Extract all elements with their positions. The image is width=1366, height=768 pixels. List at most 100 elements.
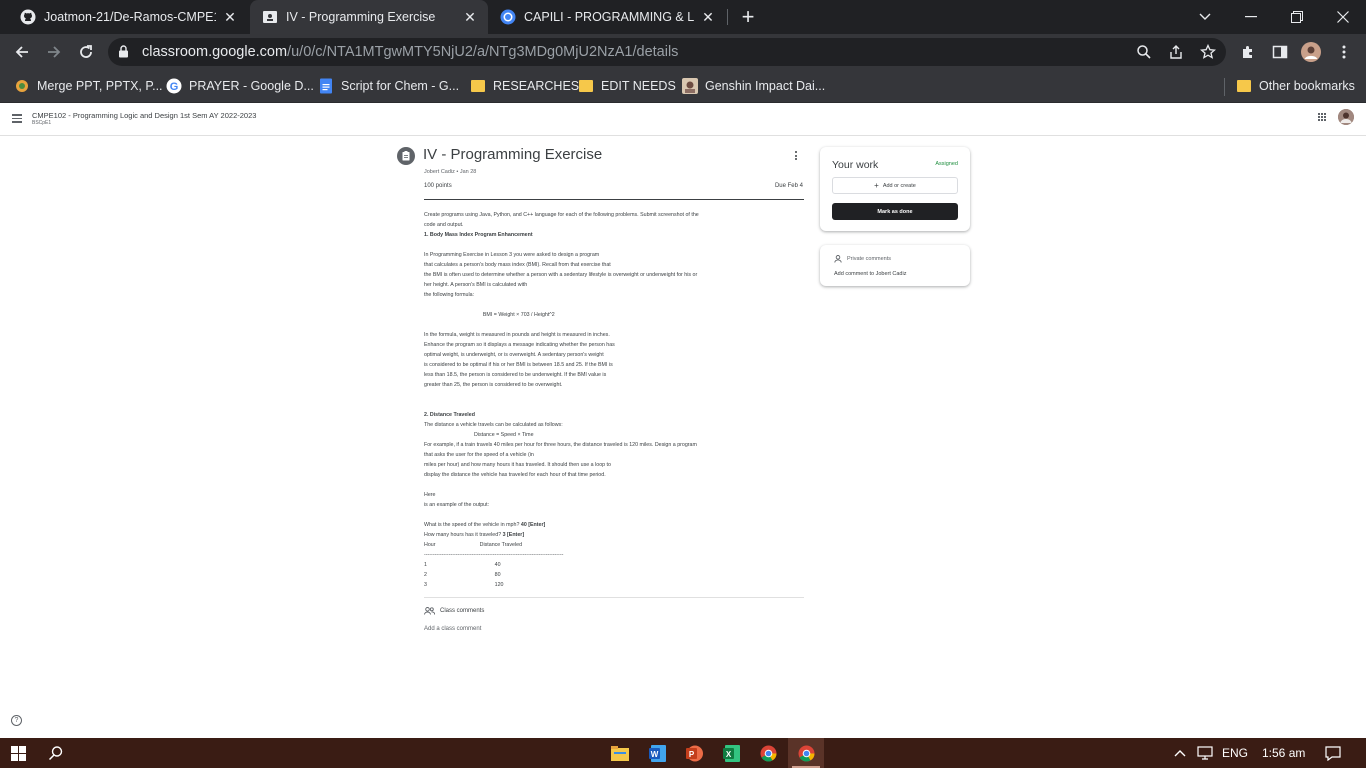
bookmark-label: Genshin Impact Dai... (705, 79, 826, 93)
instruction-text: 1 40 (424, 562, 501, 568)
chrome-menu-icon[interactable] (1334, 42, 1354, 62)
more-options-icon[interactable] (795, 151, 799, 162)
instruction-line (424, 320, 804, 330)
bookmark-genshin[interactable]: Genshin Impact Dai... (682, 76, 825, 96)
windows-taskbar: W P X ENG 1:56 am (0, 738, 1366, 768)
instruction-line: In the formula, weight is measured in po… (424, 330, 804, 340)
instruction-line: In Programming Exercise in Lesson 3 you … (424, 250, 804, 260)
course-title[interactable]: CMPE102 - Programming Logic and Design 1… (32, 111, 256, 120)
chrome-icon[interactable] (750, 738, 786, 768)
tab-title: IV - Programming Exercise (286, 10, 436, 24)
instruction-text: 2 80 (424, 572, 501, 578)
bookmarks-bar: Merge PPT, PPTX, P... G PRAYER - Google … (0, 70, 1366, 103)
notifications-icon[interactable] (1318, 738, 1348, 768)
minimize-icon[interactable] (1228, 0, 1274, 34)
add-private-comment-link[interactable]: Add comment to Jobert Cadiz (834, 271, 906, 277)
clock[interactable]: 1:56 am (1262, 746, 1305, 760)
instruction-line: that calculates a person's body mass ind… (424, 260, 804, 270)
instruction-line: 2. Distance Traveled (424, 410, 804, 420)
google-apps-icon[interactable] (1318, 113, 1326, 121)
menu-icon[interactable] (12, 114, 22, 125)
close-tab-icon[interactable]: ✕ (700, 9, 716, 25)
reload-icon[interactable] (72, 38, 100, 66)
close-tab-icon[interactable]: ✕ (462, 9, 478, 25)
restore-icon[interactable] (1274, 0, 1320, 34)
assignment-icon (397, 147, 415, 165)
address-bar[interactable]: classroom.google.com/u/0/c/NTA1MTgwMTY5N… (108, 38, 1226, 66)
instruction-text: miles per hour) and how many hours it ha… (424, 462, 611, 468)
bookmark-script-chem[interactable]: Script for Chem - G... (318, 76, 459, 96)
add-or-create-label: Add or create (882, 182, 916, 189)
instruction-line: the BMI is often used to determine wheth… (424, 270, 804, 280)
profile-avatar[interactable] (1301, 42, 1321, 62)
url-text: classroom.google.com/u/0/c/NTA1MTgwMTY5N… (142, 44, 679, 60)
new-tab-icon[interactable]: + (736, 4, 760, 29)
tab-strip: Joatmon-21/De-Ramos-CMPE10... ✕ IV - Pro… (0, 0, 1366, 34)
instruction-input-example: 40 [Enter] (520, 522, 546, 528)
bookmark-separator (1224, 78, 1225, 96)
account-avatar[interactable] (1338, 109, 1354, 125)
bookmark-star-icon[interactable] (1199, 43, 1217, 60)
instruction-text: code and output. (424, 222, 464, 228)
share-icon[interactable] (1168, 44, 1184, 60)
tab-title: Joatmon-21/De-Ramos-CMPE10... (44, 10, 216, 24)
mark-as-done-button[interactable]: Mark as done (832, 203, 958, 220)
instruction-line: For example, if a train travels 40 miles… (424, 440, 804, 450)
bookmark-label: Merge PPT, PPTX, P... (37, 79, 163, 93)
your-work-title: Your work (832, 159, 879, 171)
tab-github-repo[interactable]: Joatmon-21/De-Ramos-CMPE10... ✕ (8, 0, 248, 34)
bookmark-merge-ppt[interactable]: Merge PPT, PPTX, P... (14, 76, 163, 96)
bookmark-edit-needs[interactable]: EDIT NEEDS (578, 76, 676, 96)
excel-icon[interactable]: X (713, 738, 749, 768)
instruction-line: Hour Distance Traveled (424, 540, 804, 550)
instruction-line: 3 120 (424, 580, 804, 590)
close-window-icon[interactable] (1320, 0, 1366, 34)
extensions-icon[interactable] (1238, 42, 1258, 62)
lock-icon[interactable] (118, 45, 129, 63)
bookmark-researches[interactable]: RESEARCHES (470, 76, 579, 96)
ilovepdf-icon (14, 78, 30, 94)
instruction-line: Enhance the program so it displays a mes… (424, 340, 804, 350)
powerpoint-icon[interactable]: P (676, 738, 712, 768)
instruction-line: Distance = Speed × Time (424, 430, 804, 440)
tab-separator (727, 9, 728, 25)
comments-divider (424, 597, 804, 598)
instruction-line (424, 400, 804, 410)
windows-start-icon[interactable] (0, 738, 36, 768)
tab-capili-programming[interactable]: CAPILI - PROGRAMMING & LOGI... ✕ (488, 0, 726, 34)
assignment-meta: Jobert Cadiz • Jan 28 (424, 169, 477, 175)
chrome-active-icon[interactable] (788, 738, 824, 768)
search-icon[interactable] (38, 738, 74, 768)
back-icon[interactable] (8, 38, 36, 66)
svg-text:W: W (650, 750, 658, 759)
instruction-line: optimal weight, is underweight, or is ov… (424, 350, 804, 360)
add-or-create-button[interactable]: + Add or create (832, 177, 958, 194)
word-icon[interactable]: W (639, 738, 675, 768)
instruction-line: that asks the user for the speed of a ve… (424, 450, 804, 460)
other-bookmarks[interactable]: Other bookmarks (1236, 76, 1355, 96)
instruction-line: 2 80 (424, 570, 804, 580)
plus-icon: + (874, 181, 879, 190)
forward-icon[interactable] (40, 38, 68, 66)
side-panel-icon[interactable] (1270, 42, 1290, 62)
instruction-text: is an example of the output: (424, 502, 490, 508)
close-tab-icon[interactable]: ✕ (222, 9, 238, 25)
zoom-icon[interactable] (1136, 44, 1152, 60)
instruction-line: is considered to be optimal if his or he… (424, 360, 804, 370)
bookmark-prayer[interactable]: G PRAYER - Google D... (166, 76, 314, 96)
instruction-text: Create programs using Java, Python, and … (424, 212, 699, 218)
instruction-line (424, 300, 804, 310)
network-icon[interactable] (1190, 738, 1220, 768)
file-explorer-icon[interactable] (602, 738, 638, 768)
add-class-comment-link[interactable]: Add a class comment (424, 626, 481, 632)
genshin-icon (682, 78, 698, 94)
tab-programming-exercise[interactable]: IV - Programming Exercise ✕ (250, 0, 488, 34)
language-indicator[interactable]: ENG (1222, 746, 1248, 760)
help-icon[interactable]: ? (11, 715, 22, 726)
tab-search-icon[interactable] (1182, 0, 1228, 34)
instruction-line: How many hours has it traveled? 3 [Enter… (424, 530, 804, 540)
bookmark-label: RESEARCHES (493, 79, 580, 93)
instruction-text: 2. Distance Traveled (424, 412, 475, 418)
instruction-line (424, 390, 804, 400)
course-section: BSCpE1 (32, 120, 52, 126)
